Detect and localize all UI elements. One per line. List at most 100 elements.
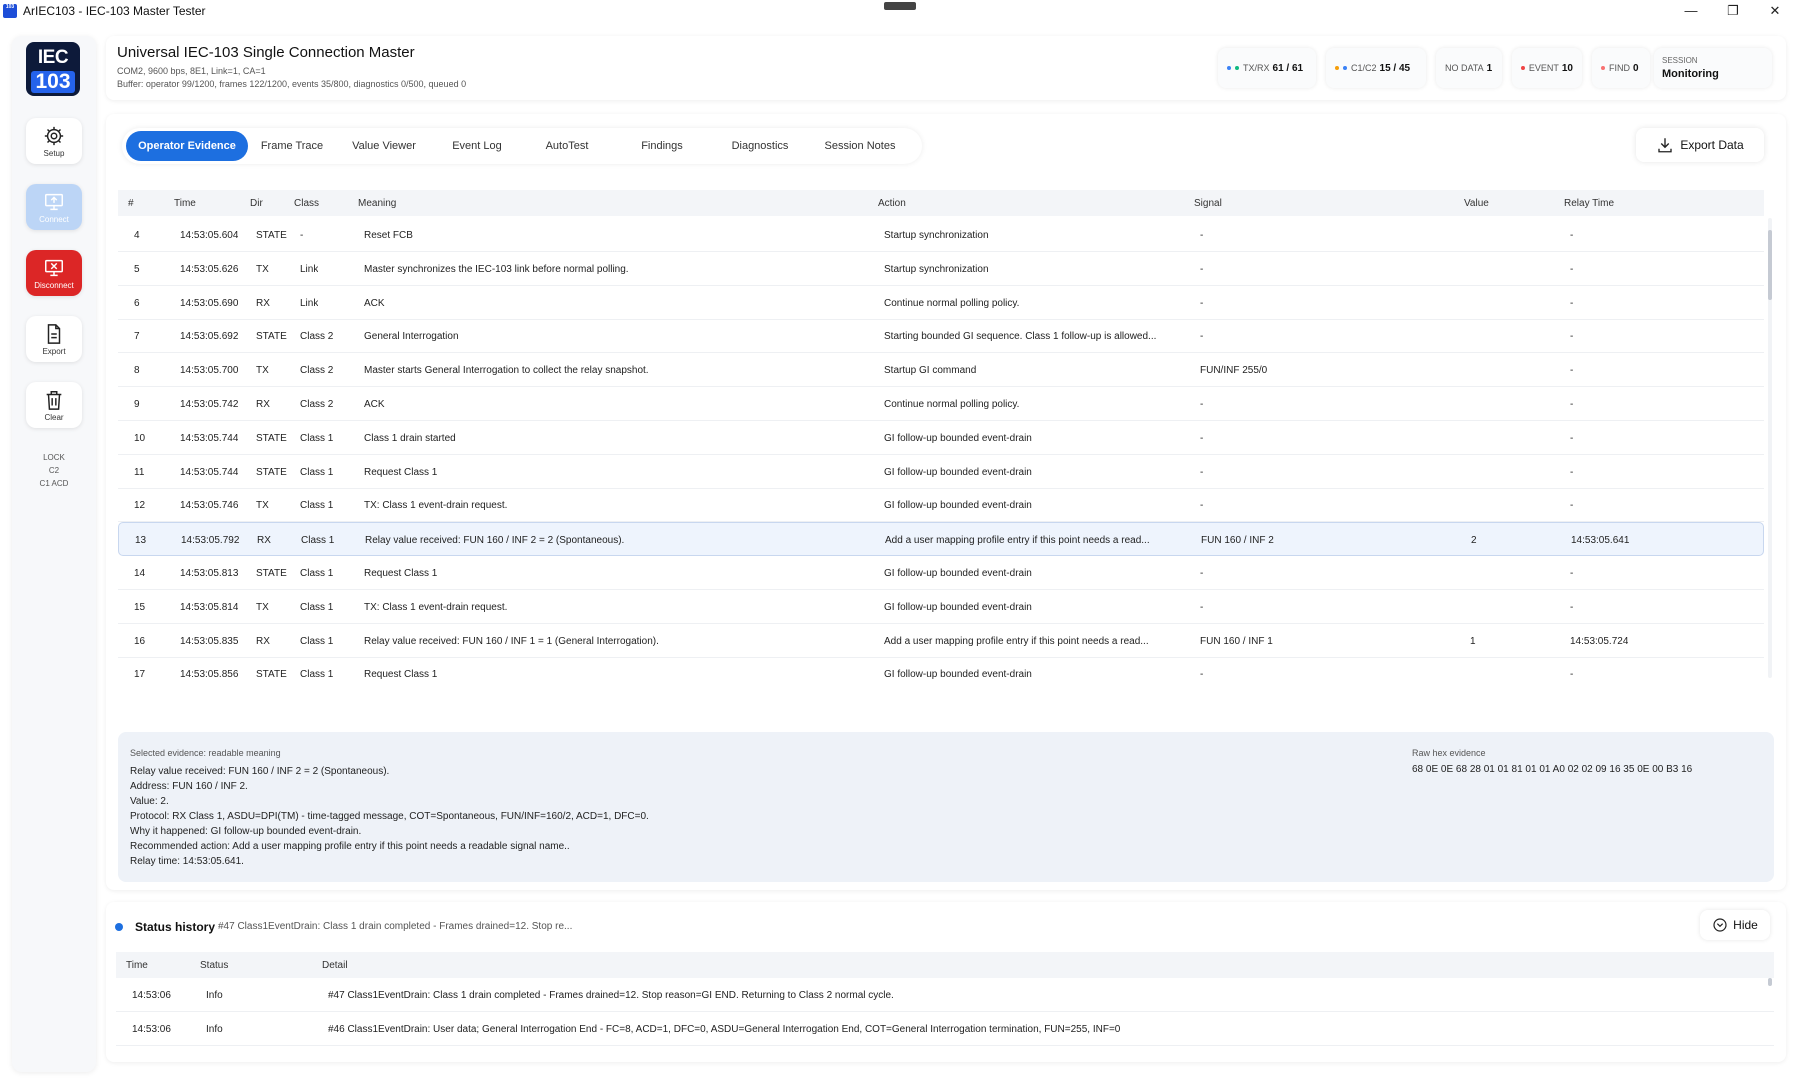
row-meaning: ACK: [364, 297, 385, 309]
row-signal: -: [1200, 568, 1204, 579]
row-signal: FUN 160 / INF 2: [1201, 535, 1274, 547]
tab-operator-evidence[interactable]: Operator Evidence: [126, 131, 248, 161]
row-number: 10: [134, 432, 146, 444]
row-meaning: General Interrogation: [364, 331, 459, 343]
row-meaning: TX: Class 1 event-drain request.: [364, 500, 508, 512]
tab-autotest[interactable]: AutoTest: [522, 131, 612, 161]
status-row[interactable]: 14:53:06 Info #47 Class1EventDrain: Clas…: [116, 978, 1774, 1012]
tab-findings[interactable]: Findings: [614, 131, 710, 161]
row-signal: -: [1200, 297, 1204, 309]
table-row[interactable]: 5 14:53:05.626 TX Link Master synchronizes t…: [118, 252, 1764, 286]
table-row[interactable]: 15 14:53:05.814 TX Class 1 TX: Class 1 event…: [118, 590, 1764, 624]
tab-diagnostics[interactable]: Diagnostics: [712, 131, 808, 161]
table-row[interactable]: 13 14:53:05.792 RX Class 1 Relay value recei…: [118, 522, 1764, 557]
row-class: Class 1: [300, 635, 334, 647]
export-data-button[interactable]: Export Data: [1636, 128, 1764, 162]
sidebar: IEC 103 Setup Connect Disconnect Export …: [12, 36, 96, 1072]
row-action: Continue normal polling policy.: [884, 297, 1020, 309]
row-time: 14:53:05.744: [180, 466, 239, 478]
row-number: 5: [134, 263, 140, 275]
row-dir: TX: [256, 365, 269, 377]
status-history-title: Status history: [135, 920, 216, 934]
row-relay-time: -: [1570, 432, 1574, 444]
row-signal: -: [1200, 601, 1204, 613]
detail-text: Relay value received: FUN 160 / INF 2 = …: [130, 766, 649, 867]
disconnect-button[interactable]: Disconnect: [26, 250, 82, 296]
row-relay-time: -: [1570, 331, 1574, 343]
tab-frame-trace[interactable]: Frame Trace: [250, 131, 334, 161]
table-row[interactable]: 7 14:53:05.692 STATE Class 2 General Interro…: [118, 319, 1764, 354]
tab-session-notes[interactable]: Session Notes: [810, 131, 910, 161]
table-row[interactable]: 8 14:53:05.700 TX Class 2 Master starts Gene…: [118, 353, 1764, 388]
table-row[interactable]: 6 14:53:05.690 RX Link ACK Continue normal po…: [118, 286, 1764, 320]
scrollbar-thumb[interactable]: [1768, 230, 1772, 300]
table-row[interactable]: 12 14:53:05.746 TX Class 1 TX: Class 1 event…: [118, 488, 1764, 523]
row-class: Class 1: [300, 466, 334, 478]
title-bar: 103 ArIEC103 - IEC-103 Master Tester — ❐…: [0, 0, 1800, 21]
table-row[interactable]: 16 14:53:05.835 RX Class 1 Relay value recei…: [118, 624, 1764, 658]
detail-label: Selected evidence: readable meaning: [130, 748, 281, 758]
row-dir: STATE: [256, 568, 287, 579]
row-value: 1: [1470, 635, 1476, 647]
hide-button[interactable]: Hide: [1700, 910, 1770, 940]
row-time: 14:53:05.792: [181, 535, 240, 547]
table-row[interactable]: 14 14:53:05.813 STATE Class 1 Request Class …: [118, 556, 1764, 590]
row-class: Class 1: [300, 500, 334, 512]
table-row[interactable]: 10 14:53:05.744 STATE Class 1 Class 1 drain …: [118, 421, 1764, 455]
header: Universal IEC-103 Single Connection Mast…: [106, 36, 1786, 100]
restore-icon[interactable]: ❐: [1710, 0, 1756, 21]
row-class: Class 1: [300, 601, 334, 613]
row-class: Class 2: [300, 331, 334, 343]
row-value: 2: [1471, 535, 1477, 547]
row-dir: STATE: [256, 669, 287, 680]
row-dir: RX: [256, 399, 270, 410]
tab-value-viewer[interactable]: Value Viewer: [336, 131, 432, 161]
status-row[interactable]: 14:53:06 Info #46 Class1EventDrain: User…: [116, 1012, 1774, 1046]
table-row[interactable]: 4 14:53:05.604 STATE - Reset FCB Startup sync…: [118, 218, 1764, 252]
table-scrollbar[interactable]: [1768, 218, 1772, 678]
status-scrollbar[interactable]: [1768, 978, 1772, 986]
row-relay-time: -: [1570, 297, 1574, 309]
row-signal: -: [1200, 331, 1204, 343]
row-action: GI follow-up bounded event-drain: [884, 466, 1032, 478]
close-icon[interactable]: ✕: [1752, 0, 1798, 21]
monitor-icon: [45, 193, 63, 210]
row-relay-time: -: [1570, 399, 1574, 410]
table-row[interactable]: 11 14:53:05.744 STATE Class 1 Request Class …: [118, 455, 1764, 489]
row-class: Class 1: [300, 432, 334, 444]
clear-button[interactable]: Clear: [26, 382, 82, 428]
status-dot-icon: [115, 923, 123, 931]
trash-icon: [46, 390, 62, 410]
tab-event-log[interactable]: Event Log: [434, 131, 520, 161]
table-row[interactable]: 17 14:53:05.856 STATE Class 1 Request Class …: [118, 657, 1764, 680]
row-class: Class 1: [301, 535, 335, 547]
drag-handle[interactable]: [884, 2, 916, 10]
row-relay-time: -: [1570, 500, 1574, 512]
minimize-icon[interactable]: —: [1668, 0, 1714, 21]
row-meaning: TX: Class 1 event-drain request.: [364, 601, 508, 613]
export-button[interactable]: Export: [26, 316, 82, 362]
row-signal: FUN/INF 255/0: [1200, 365, 1268, 377]
row-number: 9: [134, 399, 140, 410]
row-class: Class 1: [300, 568, 334, 579]
row-action: Startup synchronization: [884, 263, 989, 275]
status-summary: #47 Class1EventDrain: Class 1 drain comp…: [218, 921, 573, 932]
connect-button[interactable]: Connect: [26, 184, 82, 230]
setup-button[interactable]: Setup: [26, 118, 82, 164]
row-time: 14:53:05.744: [180, 432, 239, 444]
row-time: 14:53:05.835: [180, 635, 239, 647]
row-dir: STATE: [256, 331, 287, 343]
row-time: 14:53:05.700: [180, 365, 239, 377]
row-time: 14:53:05.692: [180, 331, 239, 343]
stat-c1c2: C1/C2 15 / 45: [1326, 48, 1426, 88]
row-dir: TX: [256, 263, 269, 275]
row-relay-time: -: [1570, 601, 1574, 613]
row-meaning: Relay value received: FUN 160 / INF 1 = …: [364, 635, 659, 647]
row-signal: -: [1200, 669, 1204, 680]
row-meaning: Reset FCB: [364, 230, 413, 241]
row-time: 14:53:05.742: [180, 399, 239, 410]
row-dir: STATE: [256, 432, 287, 444]
connection-info: COM2, 9600 bps, 8E1, Link=1, CA=1: [117, 66, 266, 76]
evidence-detail-panel: Selected evidence: readable meaning Rela…: [118, 732, 1774, 882]
table-row[interactable]: 9 14:53:05.742 RX Class 2 ACK Continue normal…: [118, 387, 1764, 421]
